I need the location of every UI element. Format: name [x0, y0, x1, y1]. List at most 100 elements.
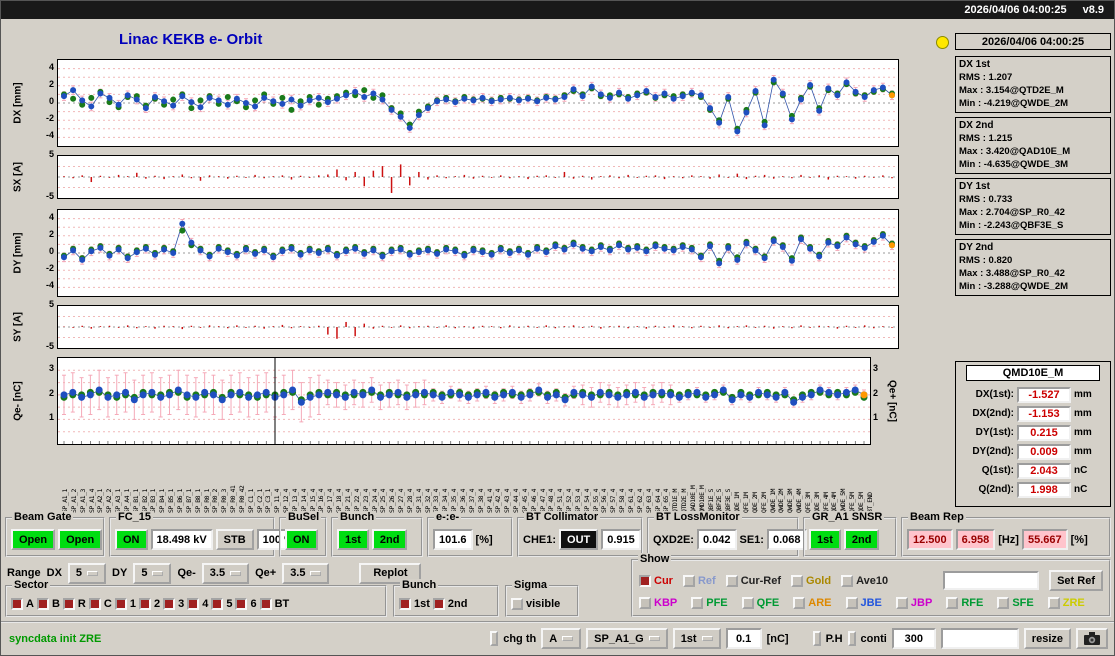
checkbox[interactable]: [187, 598, 199, 610]
sector-2[interactable]: 2: [139, 598, 160, 610]
sx-plot[interactable]: [57, 155, 899, 199]
show-zre[interactable]: ZRE: [1048, 597, 1085, 609]
sy-plot[interactable]: [57, 305, 899, 349]
monitor-row-value: 0.009: [1017, 444, 1071, 460]
sector-bt[interactable]: BT: [260, 598, 290, 610]
checkbox[interactable]: [846, 597, 858, 609]
beam-gate-open-button-2[interactable]: Open: [58, 529, 102, 550]
dy-plot[interactable]: [57, 209, 899, 297]
resize-button[interactable]: resize: [1024, 628, 1071, 649]
checkbox[interactable]: [691, 597, 703, 609]
checkbox[interactable]: [399, 598, 411, 610]
monitor-row-value: -1.527: [1017, 387, 1071, 403]
beam-gate-open-button-1[interactable]: Open: [11, 529, 55, 550]
sector-4[interactable]: 4: [187, 598, 208, 610]
sigma-visible-toggle[interactable]: visible: [511, 598, 560, 610]
checkbox-label: Ave10: [856, 575, 888, 587]
busel-on-button[interactable]: ON: [285, 529, 318, 550]
che1-out-button[interactable]: OUT: [559, 529, 598, 550]
blank-field[interactable]: [941, 628, 1019, 649]
checkbox[interactable]: [260, 598, 272, 610]
camera-button[interactable]: [1076, 628, 1108, 649]
dx-plot[interactable]: [57, 59, 899, 147]
sector-a[interactable]: A: [11, 598, 34, 610]
show-jbp[interactable]: JBP: [896, 597, 932, 609]
show-ave10[interactable]: Ave10: [841, 575, 888, 587]
range-qe-minus-select[interactable]: 3.5: [202, 563, 249, 584]
show-kbp[interactable]: KBP: [639, 597, 677, 609]
sy-axis-label: SY [A]: [13, 312, 24, 342]
show-row2-items: KBP PFE QFE ARE JBE JBP RFE SFE ZRE: [633, 594, 1109, 612]
checkbox[interactable]: [793, 597, 805, 609]
bunch-2nd[interactable]: 2nd: [433, 598, 468, 610]
fc15-stb-button[interactable]: STB: [216, 529, 254, 550]
checkbox[interactable]: [511, 598, 523, 610]
bunch-1st-button[interactable]: 1st: [337, 529, 369, 550]
range-dy-select[interactable]: 5: [133, 563, 171, 584]
checkbox[interactable]: [841, 575, 853, 587]
range-dx-select[interactable]: 5: [68, 563, 106, 584]
monitor-x-label: QWDE_3M: [786, 451, 795, 513]
checkbox[interactable]: [1048, 597, 1060, 609]
gr-snsr-1st-button[interactable]: 1st: [809, 529, 841, 550]
checkbox[interactable]: [433, 598, 445, 610]
monitor-select[interactable]: SP_A1_G: [586, 628, 668, 649]
checkbox[interactable]: [946, 597, 958, 609]
fc15-on-button[interactable]: ON: [115, 529, 148, 550]
show-are[interactable]: ARE: [793, 597, 831, 609]
sector-3[interactable]: 3: [163, 598, 184, 610]
sector-select[interactable]: A: [541, 628, 581, 649]
threshold-field[interactable]: 0.1: [726, 628, 762, 649]
checkbox[interactable]: [235, 598, 247, 610]
checkbox[interactable]: [726, 575, 738, 587]
monitor-x-label: QWDE_4M: [795, 451, 804, 513]
gr-snsr-2nd-button[interactable]: 2nd: [844, 529, 880, 550]
set-ref-button[interactable]: Set Ref: [1049, 570, 1103, 591]
checkbox[interactable]: [211, 598, 223, 610]
conti-toggle[interactable]: [848, 631, 856, 646]
checkbox[interactable]: [997, 597, 1009, 609]
show-sfe[interactable]: SFE: [997, 597, 1033, 609]
range-qe-plus-select[interactable]: 3.5: [282, 563, 329, 584]
stat-box: DX 2ndRMS : 1.215Max : 3.420@QAD10E_MMin…: [955, 117, 1111, 174]
checkbox[interactable]: [791, 575, 803, 587]
sector-r[interactable]: R: [63, 598, 86, 610]
sector-6[interactable]: 6: [235, 598, 256, 610]
checkbox[interactable]: [63, 598, 75, 610]
show-pfe[interactable]: PFE: [691, 597, 727, 609]
show-jbe[interactable]: JBE: [846, 597, 882, 609]
bunch-2nd-button[interactable]: 2nd: [372, 529, 408, 550]
checkbox[interactable]: [11, 598, 23, 610]
bunch-select[interactable]: 1st: [673, 628, 721, 649]
interval-field[interactable]: 300: [892, 628, 936, 649]
sector-1[interactable]: 1: [115, 598, 136, 610]
titlebar-version: v8.9: [1083, 4, 1104, 16]
bunch-bottom-group: Bunch 1st2nd: [393, 585, 499, 617]
ref-name-input[interactable]: [943, 571, 1039, 590]
qe-plot[interactable]: [57, 357, 871, 445]
show-cur-ref[interactable]: Cur-Ref: [726, 575, 781, 587]
show-ref[interactable]: Ref: [683, 575, 716, 587]
checkbox[interactable]: [89, 598, 101, 610]
sector-c[interactable]: C: [89, 598, 112, 610]
checkbox[interactable]: [742, 597, 754, 609]
option-menu-icon: [562, 636, 573, 641]
show-rfe[interactable]: RFE: [946, 597, 983, 609]
checkbox[interactable]: [639, 575, 651, 587]
checkbox[interactable]: [896, 597, 908, 609]
checkbox[interactable]: [37, 598, 49, 610]
sector-5[interactable]: 5: [211, 598, 232, 610]
checkbox[interactable]: [683, 575, 695, 587]
checkbox[interactable]: [115, 598, 127, 610]
bunch-1st[interactable]: 1st: [399, 598, 430, 610]
checkbox[interactable]: [163, 598, 175, 610]
chg-th-label: chg th: [503, 633, 536, 645]
checkbox[interactable]: [139, 598, 151, 610]
show-cur[interactable]: Cur: [639, 575, 673, 587]
checkbox[interactable]: [639, 597, 651, 609]
ph-toggle[interactable]: [813, 631, 821, 646]
show-qfe[interactable]: QFE: [742, 597, 780, 609]
show-gold[interactable]: Gold: [791, 575, 831, 587]
chg-th-toggle[interactable]: [490, 631, 498, 646]
sector-b[interactable]: B: [37, 598, 60, 610]
